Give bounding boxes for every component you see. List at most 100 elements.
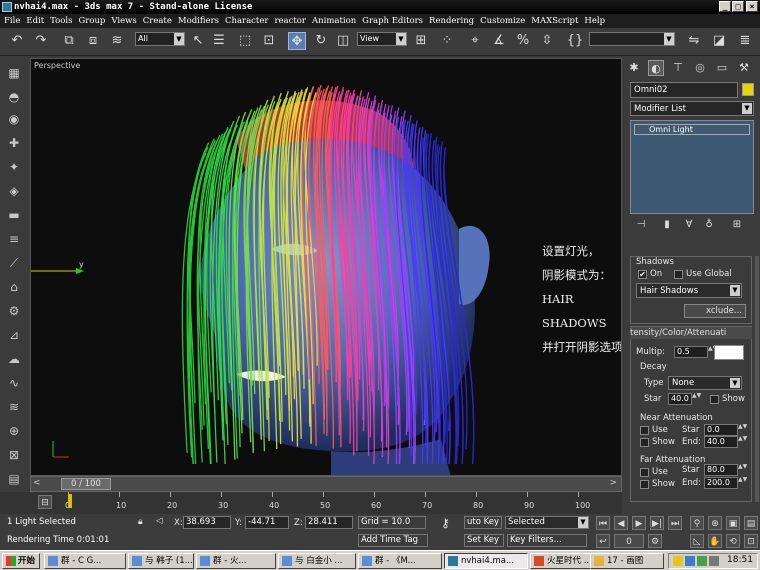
named-selection-dropdown[interactable]: ▼ (589, 32, 675, 46)
tool-icon[interactable]: ⌂ (5, 278, 23, 296)
modify-tab-icon[interactable]: ◐ (648, 60, 664, 76)
intensity-rollout-title[interactable]: tensity/Color/Attenuati (630, 327, 752, 339)
tool-icon[interactable]: ◉ (5, 110, 23, 128)
stack-item[interactable]: Omni Light (634, 124, 750, 135)
time-slider[interactable]: 0 / 100 < > (30, 476, 622, 492)
taskbar-item[interactable]: 群 - 《M... (358, 553, 442, 569)
make-unique-icon[interactable]: ∀ (680, 216, 698, 234)
hierarchy-tab-icon[interactable]: ⊤ (670, 60, 686, 76)
tool-icon[interactable]: ▬ (5, 206, 23, 224)
decay-show-checkbox[interactable] (710, 395, 719, 404)
tool-icon[interactable]: ⊕ (5, 422, 23, 440)
current-frame-marker[interactable] (68, 494, 72, 508)
tray-icon[interactable] (697, 556, 707, 566)
menu-edit[interactable]: Edit (26, 14, 44, 28)
utilities-tab-icon[interactable]: ⚒ (736, 60, 752, 76)
rectangular-selection-icon[interactable]: ⬚ (236, 32, 254, 50)
menu-maxscript[interactable]: MAXScript (531, 14, 578, 28)
key-mode-dropdown[interactable]: Selected ▼ (505, 516, 589, 529)
align-icon[interactable]: ◪ (710, 32, 728, 50)
edit-named-selection-icon[interactable]: {} (566, 32, 584, 50)
tool-icon[interactable]: ☁ (5, 350, 23, 368)
decay-type-dropdown[interactable]: None ▼ (668, 376, 742, 390)
select-manipulate-icon[interactable]: ⁘ (438, 32, 456, 50)
key-filters-button[interactable]: Key Filters... (507, 534, 587, 547)
exclude-button[interactable]: xclude... (684, 304, 746, 318)
time-slider-thumb[interactable]: 0 / 100 (61, 478, 111, 490)
far-use-checkbox[interactable] (640, 468, 649, 477)
select-by-name-icon[interactable]: ☰ (210, 32, 228, 50)
far-show-checkbox[interactable] (640, 480, 649, 489)
spinner-snap-icon[interactable]: ⇳ (538, 32, 556, 50)
tool-icon[interactable]: ✚ (5, 134, 23, 152)
perspective-viewport[interactable]: y Perspective 设置灯光， 阴影模式为： HAIR SHADOWS … (30, 58, 622, 476)
tool-icon[interactable]: ⟋ (5, 254, 23, 272)
tool-icon[interactable]: ✦ (5, 158, 23, 176)
undo-icon[interactable]: ↶ (8, 32, 26, 50)
angle-snap-icon[interactable]: ∡ (490, 32, 508, 50)
x-coordinate-field[interactable]: 38.693 (183, 516, 231, 529)
slider-prev-icon[interactable]: < (33, 478, 41, 488)
light-color-swatch[interactable] (714, 345, 744, 360)
next-frame-icon[interactable]: ▶| (650, 516, 664, 530)
spinner-arrows-icon[interactable]: ▲▼ (738, 477, 747, 489)
layer-manager-icon[interactable]: ≣ (736, 32, 754, 50)
auto-key-button[interactable]: uto Key (464, 516, 502, 529)
tray-icon[interactable] (673, 556, 683, 566)
select-object-icon[interactable]: ↖ (189, 32, 207, 50)
tray-icon[interactable] (685, 556, 695, 566)
go-to-start-icon[interactable]: ⏮ (596, 516, 610, 530)
create-tab-icon[interactable]: ✱ (626, 60, 642, 76)
multiplier-spinner[interactable]: 0.5 (674, 346, 708, 358)
mirror-icon[interactable]: ⇋ (685, 32, 703, 50)
maximize-button[interactable]: □ (732, 1, 744, 12)
zoom-all-icon[interactable]: ⊕ (708, 516, 722, 530)
tool-icon[interactable]: ▦ (5, 64, 23, 82)
add-time-tag[interactable]: Add Time Tag (358, 534, 428, 547)
tool-icon[interactable]: ∿ (5, 374, 23, 392)
taskbar-item[interactable]: 与 韩子 (1... (128, 553, 194, 569)
spinner-arrows-icon[interactable]: ▲▼ (738, 436, 747, 448)
y-coordinate-field[interactable]: -44.71 (245, 516, 289, 529)
key-icon[interactable]: ⚷ (441, 516, 450, 530)
bind-spacewarp-icon[interactable]: ≋ (108, 32, 126, 50)
play-icon[interactable]: ▶ (632, 516, 646, 530)
fov-icon[interactable]: ◺ (690, 534, 704, 548)
menu-create[interactable]: Create (143, 14, 172, 28)
modifier-list-dropdown[interactable]: Modifier List ▼ (630, 101, 754, 116)
select-rotate-icon[interactable]: ↻ (312, 32, 330, 50)
snaps-toggle-icon[interactable]: ⌖ (466, 32, 484, 50)
taskbar-item[interactable]: 群 - C G... (44, 553, 126, 569)
menu-customize[interactable]: Customize (480, 14, 525, 28)
near-show-checkbox[interactable] (640, 438, 649, 447)
spinner-arrows-icon[interactable]: ▲▼ (692, 393, 701, 405)
zoom-extents-icon[interactable]: ▣ (726, 516, 740, 530)
unlink-icon[interactable]: ⧈ (84, 32, 102, 50)
use-global-checkbox[interactable] (674, 270, 683, 279)
tool-icon[interactable]: ◈ (5, 182, 23, 200)
percent-snap-icon[interactable]: % (514, 32, 532, 50)
menu-animation[interactable]: Animation (312, 14, 356, 28)
menu-views[interactable]: Views (111, 14, 136, 28)
show-end-result-icon[interactable]: ▮ (658, 216, 676, 234)
time-config-icon[interactable]: ⚙ (648, 534, 662, 548)
decay-start-spinner[interactable]: 40.0 (668, 393, 692, 405)
tool-icon[interactable]: ◓ (5, 88, 23, 106)
redo-icon[interactable]: ↷ (32, 32, 50, 50)
configure-sets-icon[interactable]: ⊞ (728, 216, 746, 234)
taskbar-item[interactable]: 群 - 火... (196, 553, 276, 569)
tool-icon[interactable]: ≋ (5, 398, 23, 416)
menu-help[interactable]: Help (584, 14, 605, 28)
maximize-viewport-icon[interactable]: ⊡ (744, 534, 758, 548)
previous-frame-icon[interactable]: ◀ (614, 516, 628, 530)
taskbar-item-active[interactable]: nvhai4.ma... (444, 553, 528, 569)
far-end-spinner[interactable]: 200.0 (704, 477, 738, 489)
menu-reactor[interactable]: reactor (274, 14, 306, 28)
link-icon[interactable]: ⧉ (60, 32, 78, 50)
z-coordinate-field[interactable]: 28.411 (305, 516, 353, 529)
window-crossing-icon[interactable]: ⊡ (260, 32, 278, 50)
zoom-extents-all-icon[interactable]: ▤ (744, 516, 758, 530)
reference-coord-dropdown[interactable]: View ▼ (357, 32, 407, 46)
close-button[interactable]: × (746, 1, 758, 12)
lock-selection-icon[interactable]: 🔒︎ (138, 517, 143, 527)
